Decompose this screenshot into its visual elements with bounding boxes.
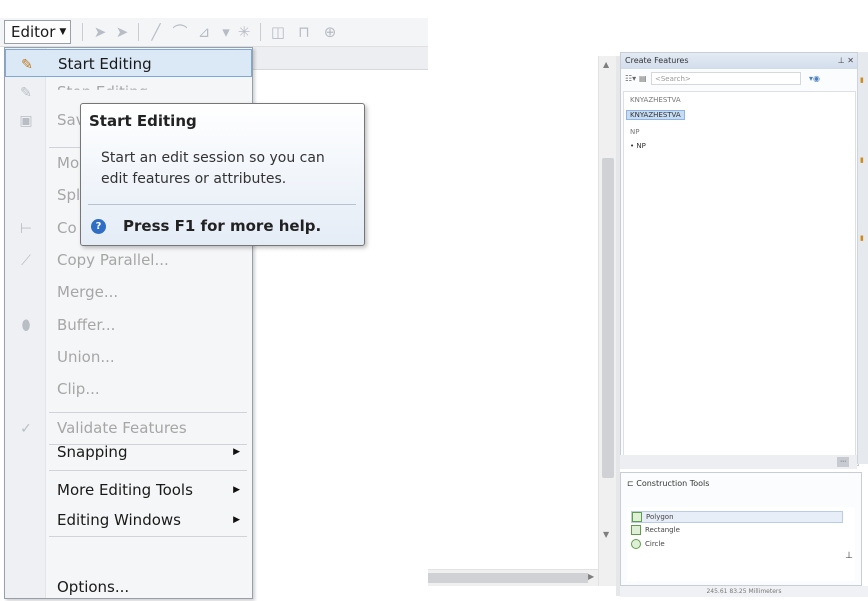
end-point-arc-icon[interactable]: ⌒ — [170, 22, 190, 42]
scroll-thumb[interactable] — [428, 573, 588, 583]
docked-tab-icon[interactable]: ▮ — [860, 76, 864, 84]
tooltip-title: Start Editing — [89, 112, 197, 130]
pin-close-icon[interactable]: ⊥ ✕ — [838, 53, 854, 69]
menu-separator — [49, 470, 247, 471]
editor-menu-button[interactable]: Editor ▼ — [4, 20, 72, 44]
toolbar-separator — [138, 23, 139, 41]
stop-edit-icon: ✎ — [20, 85, 32, 101]
menu-separator — [49, 536, 247, 537]
point-icon[interactable]: ✳ — [234, 22, 254, 42]
filter-icon[interactable]: ▤ — [639, 71, 647, 87]
tooltip-description: Start an edit session so you can edit fe… — [101, 150, 325, 187]
tooltip-divider — [88, 204, 356, 205]
construction-tool-polygon[interactable]: Polygon — [631, 511, 843, 523]
pencil-icon: ✎ — [21, 57, 33, 73]
editor-menu-label: Editor — [11, 23, 56, 41]
search-icon[interactable]: ▾◉ — [809, 71, 820, 87]
menu-item-buffer: ⬮ Buffer... — [5, 311, 252, 339]
menu-item-stop-editing: ✎ Stop Editing — [5, 78, 252, 106]
toolbar-separator — [260, 23, 261, 41]
template-item-selected[interactable]: KNYAZHESTVA — [626, 110, 685, 120]
menu-item-snapping[interactable]: Snapping ▶ — [5, 438, 252, 466]
map-vertical-scrollbar[interactable]: ▲ ▼ — [598, 56, 617, 586]
edit-tool-icon[interactable]: ➤ — [90, 22, 110, 42]
create-features-toolbar: ☷▾ ▤ <Search> ▾◉ — [623, 71, 856, 87]
construction-tool-circle[interactable]: Circle — [631, 539, 665, 549]
map-horizontal-scrollbar[interactable]: ▶ — [428, 569, 598, 586]
create-features-panel: Create Features ⊥ ✕ ☷▾ ▤ <Search> ▾◉ KNY… — [620, 52, 859, 466]
reshape-feature-icon[interactable]: ⊓ — [294, 22, 314, 42]
scroll-thumb[interactable] — [602, 158, 614, 478]
map-header-strip — [250, 47, 428, 70]
scroll-up-icon[interactable]: ▲ — [603, 60, 609, 69]
trace-icon[interactable]: ⊿ — [194, 22, 214, 42]
dropdown-arrow-icon[interactable]: ▾ — [216, 22, 236, 42]
menu-item-more-editing-tools[interactable]: More Editing Tools ▶ — [5, 476, 252, 504]
create-features-title: Create Features — [621, 53, 858, 69]
status-bar-coordinates: 245.61 83.25 Millimeters — [620, 586, 868, 597]
template-group-header: NP — [630, 128, 640, 136]
template-group-header: KNYAZHESTVA — [630, 96, 681, 104]
template-item[interactable]: • NP — [630, 142, 646, 150]
pin-icon[interactable]: ⊥ — [845, 551, 853, 561]
template-list-scrollbar[interactable]: ⋯ — [620, 455, 857, 469]
menu-item-merge: Merge... — [57, 283, 119, 301]
validate-icon: ✓ — [20, 421, 32, 437]
construction-tools-panel: ⊏ Construction Tools Polygon Rectangle C… — [620, 472, 862, 586]
docked-tab-icon[interactable]: ▮ — [860, 156, 864, 164]
submenu-arrow-icon: ▶ — [233, 515, 240, 525]
menu-separator — [49, 412, 247, 413]
editor-toolbar: Editor ▼ ➤ ➤ ╱ ⌒ ⊿ ▾ ✳ ◫ ⊓ ⊕ — [0, 18, 428, 47]
toolbar-separator — [82, 23, 83, 41]
menu-item-start-editing[interactable]: ✎ Start Editing — [5, 49, 252, 77]
edit-annotation-tool-icon[interactable]: ➤ — [112, 22, 132, 42]
straight-segment-icon[interactable]: ╱ — [146, 22, 166, 42]
construction-tools-list[interactable]: Polygon Rectangle Circle — [627, 507, 855, 581]
docked-window-tabs[interactable]: ▮ ▮ ▮ — [857, 52, 868, 464]
resize-grip-icon[interactable]: ⋯ — [837, 457, 849, 467]
submenu-arrow-icon: ▶ — [233, 447, 240, 457]
tooltip-help-text: Press F1 for more help. — [123, 217, 322, 235]
circle-icon — [631, 539, 641, 549]
docked-tab-icon[interactable]: ▮ — [860, 234, 864, 242]
construction-tools-title: ⊏ Construction Tools — [627, 479, 710, 488]
menu-item-copy-parallel: ⟋ Copy Parallel... — [5, 246, 252, 274]
construction-tools-icon: ⊏ — [627, 479, 634, 488]
construct-points-icon: ⊢ — [19, 221, 33, 237]
template-search-input[interactable]: <Search> — [651, 72, 801, 85]
start-editing-tooltip: Start Editing Start an edit session so y… — [80, 103, 365, 246]
copy-parallel-icon: ⟋ — [21, 253, 31, 269]
edit-vertices-icon[interactable]: ◫ — [268, 22, 288, 42]
menu-item-clip: Clip... — [57, 380, 100, 398]
cut-polygons-icon[interactable]: ⊕ — [320, 22, 340, 42]
menu-item-union: Union... — [57, 348, 115, 366]
help-icon: ? — [91, 219, 106, 234]
dropdown-arrow-icon: ▼ — [59, 27, 67, 37]
scroll-down-icon[interactable]: ▼ — [603, 530, 609, 539]
polygon-icon — [632, 512, 642, 522]
buffer-icon: ⬮ — [21, 318, 31, 334]
submenu-arrow-icon: ▶ — [233, 485, 240, 495]
menu-item-editing-windows[interactable]: Editing Windows ▶ — [5, 506, 252, 534]
template-list[interactable]: KNYAZHESTVA KNYAZHESTVA NP • NP — [623, 91, 856, 461]
organize-templates-icon[interactable]: ☷▾ — [625, 71, 636, 87]
construction-tool-rectangle[interactable]: Rectangle — [631, 525, 680, 535]
save-icon: ▣ — [19, 113, 33, 129]
rectangle-icon — [631, 525, 641, 535]
scroll-right-icon[interactable]: ▶ — [588, 572, 594, 581]
